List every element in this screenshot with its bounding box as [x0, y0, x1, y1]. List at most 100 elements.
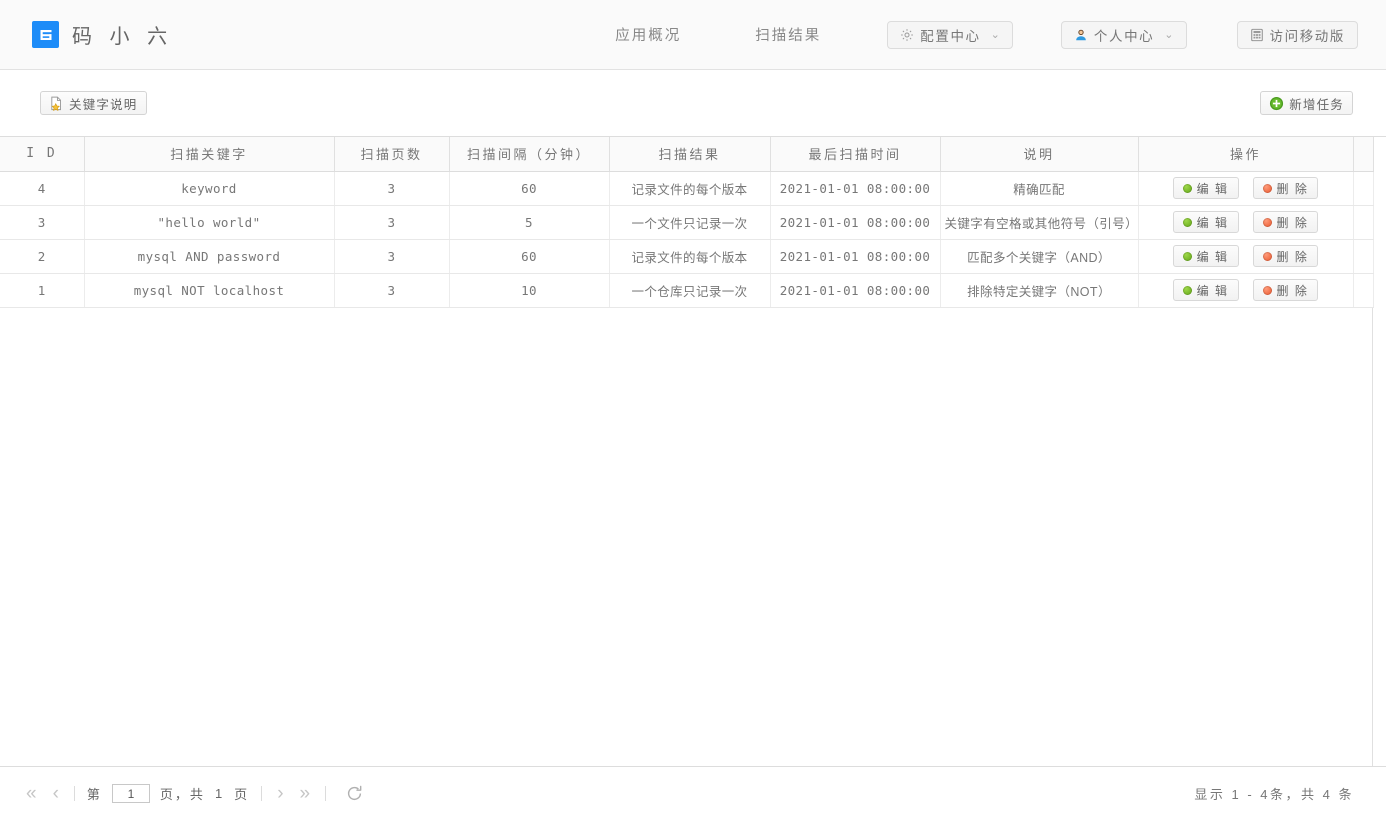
table-body: 4 keyword 3 60 记录文件的每个版本 2021-01-01 08:0…	[0, 171, 1374, 308]
cell-desc: 匹配多个关键字（AND）	[940, 239, 1139, 274]
visit-mobile-label: 访问移动版	[1269, 28, 1345, 44]
page-suffix-label: 页	[234, 787, 250, 802]
red-dot-icon	[1262, 217, 1272, 227]
cell-id: 2	[0, 239, 85, 274]
table-footer: « ‹ 第 页，共 1 页 › » 显示 1 - 4条，共 4 条	[0, 766, 1386, 820]
cell-ops: 编 辑 删 除	[1138, 205, 1354, 240]
cell-result: 记录文件的每个版本	[609, 171, 771, 206]
page-middle-label: 页，共	[159, 787, 205, 802]
table-empty-area	[0, 307, 1373, 766]
page-number-input[interactable]	[111, 784, 150, 803]
pagination: « ‹ 第 页，共 1 页 › »	[18, 784, 364, 803]
brand[interactable]: 码 小 六	[32, 20, 173, 49]
table-head: I D 扫描关键字 扫描页数 扫描间隔（分钟） 扫描结果 最后扫描时间 说明 操…	[0, 137, 1374, 172]
edit-label: 编 辑	[1196, 181, 1229, 196]
toolbar: 关键字说明 新增任务	[0, 70, 1386, 136]
keyword-help-button[interactable]: 关键字说明	[40, 91, 147, 115]
cell-pages: 3	[334, 205, 450, 240]
cell-interval: 10	[449, 273, 610, 308]
cell-desc: 精确匹配	[940, 171, 1139, 206]
edit-button[interactable]: 编 辑	[1172, 245, 1239, 267]
edit-button[interactable]: 编 辑	[1172, 177, 1239, 199]
config-center-menu[interactable]: 配置中心 ⌄	[887, 20, 1013, 49]
table-row[interactable]: 1 mysql NOT localhost 3 10 一个仓库只记录一次 202…	[0, 273, 1374, 308]
green-dot-icon	[1182, 183, 1192, 193]
mobile-grid-icon	[1250, 28, 1264, 42]
col-header-desc[interactable]: 说明	[940, 137, 1139, 172]
scan-task-table-wrap: I D 扫描关键字 扫描页数 扫描间隔（分钟） 扫描结果 最后扫描时间 说明 操…	[0, 136, 1386, 766]
edit-button[interactable]: 编 辑	[1172, 279, 1239, 301]
delete-label: 删 除	[1276, 181, 1309, 196]
cell-pad	[1353, 273, 1374, 308]
delete-label: 删 除	[1276, 215, 1309, 230]
cell-result: 记录文件的每个版本	[609, 239, 771, 274]
cell-result: 一个文件只记录一次	[609, 205, 771, 240]
edit-label: 编 辑	[1196, 283, 1229, 298]
prev-page-button[interactable]: ‹	[45, 784, 67, 803]
chevron-down-icon: ⌄	[1164, 29, 1174, 41]
nav-app-overview[interactable]: 应用概况	[601, 24, 695, 45]
add-task-button[interactable]: 新增任务	[1260, 91, 1353, 115]
cell-ops: 编 辑 删 除	[1138, 171, 1354, 206]
green-dot-icon	[1182, 251, 1192, 261]
table-row[interactable]: 2 mysql AND password 3 60 记录文件的每个版本 2021…	[0, 239, 1374, 274]
cell-keyword: mysql AND password	[84, 239, 335, 274]
delete-button[interactable]: 删 除	[1252, 211, 1319, 233]
cell-result: 一个仓库只记录一次	[609, 273, 771, 308]
total-pages-label: 1	[214, 786, 225, 801]
visit-mobile-button[interactable]: 访问移动版	[1236, 20, 1358, 49]
cell-id: 1	[0, 273, 85, 308]
user-center-label: 个人中心	[1093, 28, 1155, 44]
next-page-button[interactable]: ›	[269, 784, 291, 803]
table-row[interactable]: 4 keyword 3 60 记录文件的每个版本 2021-01-01 08:0…	[0, 171, 1374, 206]
cell-interval: 60	[449, 171, 610, 206]
page-star-icon	[49, 96, 64, 111]
record-count-info: 显示 1 - 4条，共 4 条	[1194, 787, 1354, 802]
col-header-result[interactable]: 扫描结果	[609, 137, 771, 172]
edit-button[interactable]: 编 辑	[1172, 211, 1239, 233]
keyword-help-label: 关键字说明	[69, 97, 138, 112]
last-page-button[interactable]: »	[292, 784, 319, 803]
cell-interval: 5	[449, 205, 610, 240]
gear-icon	[900, 28, 914, 42]
app-header: 码 小 六 应用概况 扫描结果 配置中心 ⌄ 个人中心 ⌄ 访问移动版	[0, 0, 1386, 70]
col-header-keyword[interactable]: 扫描关键字	[84, 137, 335, 172]
add-task-label: 新增任务	[1289, 97, 1344, 112]
table-row[interactable]: 3 "hello world" 3 5 一个文件只记录一次 2021-01-01…	[0, 205, 1374, 240]
delete-label: 删 除	[1276, 249, 1309, 264]
cell-desc: 排除特定关键字（NOT）	[940, 273, 1139, 308]
cell-keyword: "hello world"	[84, 205, 335, 240]
chevron-down-icon: ⌄	[990, 29, 1000, 41]
cell-last-time: 2021-01-01 08:00:00	[770, 239, 941, 274]
green-dot-icon	[1182, 285, 1192, 295]
refresh-icon[interactable]	[345, 784, 364, 803]
scan-task-table: I D 扫描关键字 扫描页数 扫描间隔（分钟） 扫描结果 最后扫描时间 说明 操…	[0, 137, 1374, 308]
first-page-button[interactable]: «	[18, 784, 45, 803]
cell-desc: 关键字有空格或其他符号（引号）	[940, 205, 1139, 240]
cell-last-time: 2021-01-01 08:00:00	[770, 205, 941, 240]
col-header-interval[interactable]: 扫描间隔（分钟）	[449, 137, 610, 172]
delete-button[interactable]: 删 除	[1252, 245, 1319, 267]
cell-keyword: mysql NOT localhost	[84, 273, 335, 308]
logo-six-icon	[32, 21, 59, 48]
cell-pad	[1353, 239, 1374, 274]
cell-id: 3	[0, 205, 85, 240]
delete-button[interactable]: 删 除	[1252, 279, 1319, 301]
header-nav: 应用概况 扫描结果 配置中心 ⌄ 个人中心 ⌄ 访问移动版	[601, 20, 1358, 49]
table-header-row: I D 扫描关键字 扫描页数 扫描间隔（分钟） 扫描结果 最后扫描时间 说明 操…	[0, 137, 1374, 172]
col-header-id[interactable]: I D	[0, 137, 85, 172]
col-header-last-time[interactable]: 最后扫描时间	[770, 137, 941, 172]
cell-last-time: 2021-01-01 08:00:00	[770, 171, 941, 206]
cell-ops: 编 辑 删 除	[1138, 239, 1354, 274]
cell-interval: 60	[449, 239, 610, 274]
pager-divider	[325, 786, 327, 801]
user-avatar-icon	[1074, 28, 1088, 42]
cell-id: 4	[0, 171, 85, 206]
red-dot-icon	[1262, 183, 1272, 193]
delete-button[interactable]: 删 除	[1252, 177, 1319, 199]
col-header-ops[interactable]: 操作	[1138, 137, 1354, 172]
nav-scan-results[interactable]: 扫描结果	[741, 24, 835, 45]
user-center-menu[interactable]: 个人中心 ⌄	[1060, 20, 1187, 49]
col-header-pages[interactable]: 扫描页数	[334, 137, 450, 172]
app-root: 码 小 六 应用概况 扫描结果 配置中心 ⌄ 个人中心 ⌄ 访问移动版 关键字说…	[0, 0, 1386, 820]
